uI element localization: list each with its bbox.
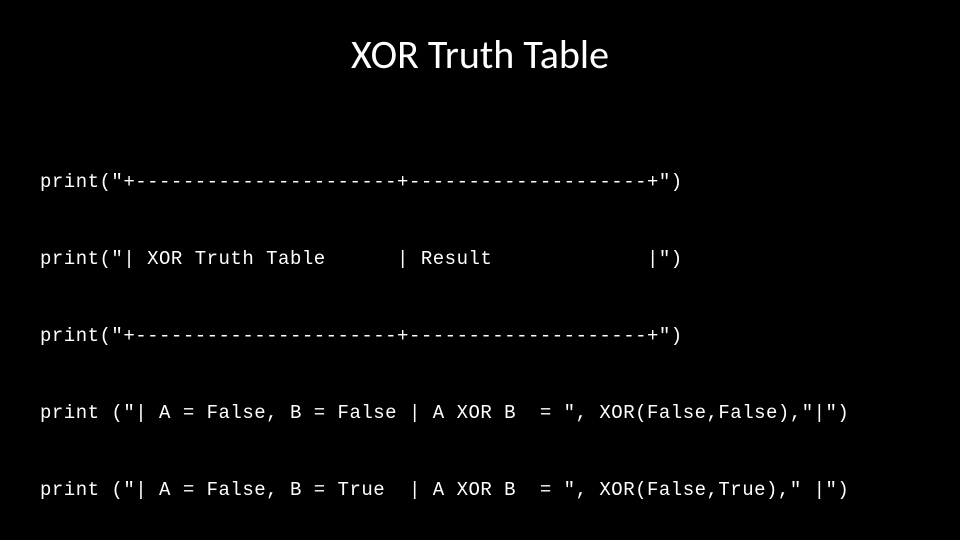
slide-title: XOR Truth Table (40, 30, 920, 79)
code-block: print("+----------------------+---------… (40, 119, 920, 540)
slide: XOR Truth Table print("+----------------… (0, 0, 960, 540)
code-line: print ("| A = False, B = True | A XOR B … (40, 478, 920, 504)
code-line: print ("| A = False, B = False | A XOR B… (40, 401, 920, 427)
code-line: print("| XOR Truth Table | Result |") (40, 247, 920, 273)
code-line: print("+----------------------+---------… (40, 170, 920, 196)
code-line: print("+----------------------+---------… (40, 324, 920, 350)
